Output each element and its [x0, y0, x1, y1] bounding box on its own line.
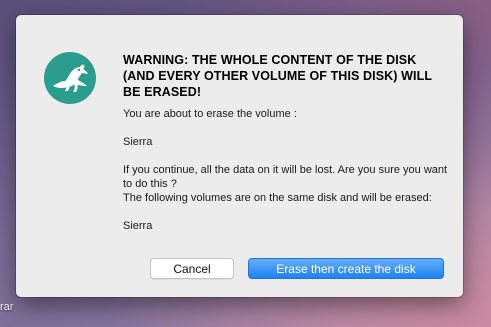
confirm-question-text: If you continue, all the data on it will…: [123, 164, 448, 190]
warning-title: WARNING: THE WHOLE CONTENT OF THE DISK (…: [123, 53, 432, 99]
dialog-buttons: Cancel Erase then create the disk: [150, 258, 444, 279]
affected-volumes-text: The following volumes are on the same di…: [123, 192, 432, 204]
desktop-label: rar: [0, 301, 14, 313]
volume-name: Sierra: [123, 136, 153, 148]
erase-and-create-disk-button[interactable]: Erase then create the disk: [248, 258, 444, 279]
cancel-button[interactable]: Cancel: [150, 258, 234, 279]
erase-warning-dialog: WARNING: THE WHOLE CONTENT OF THE DISK (…: [16, 15, 463, 297]
dialog-message: WARNING: THE WHOLE CONTENT OF THE DISK (…: [123, 52, 448, 233]
affected-volume-name: Sierra: [123, 220, 153, 232]
app-logo-icon: [44, 52, 96, 104]
erase-intro-text: You are about to erase the volume :: [123, 108, 297, 120]
